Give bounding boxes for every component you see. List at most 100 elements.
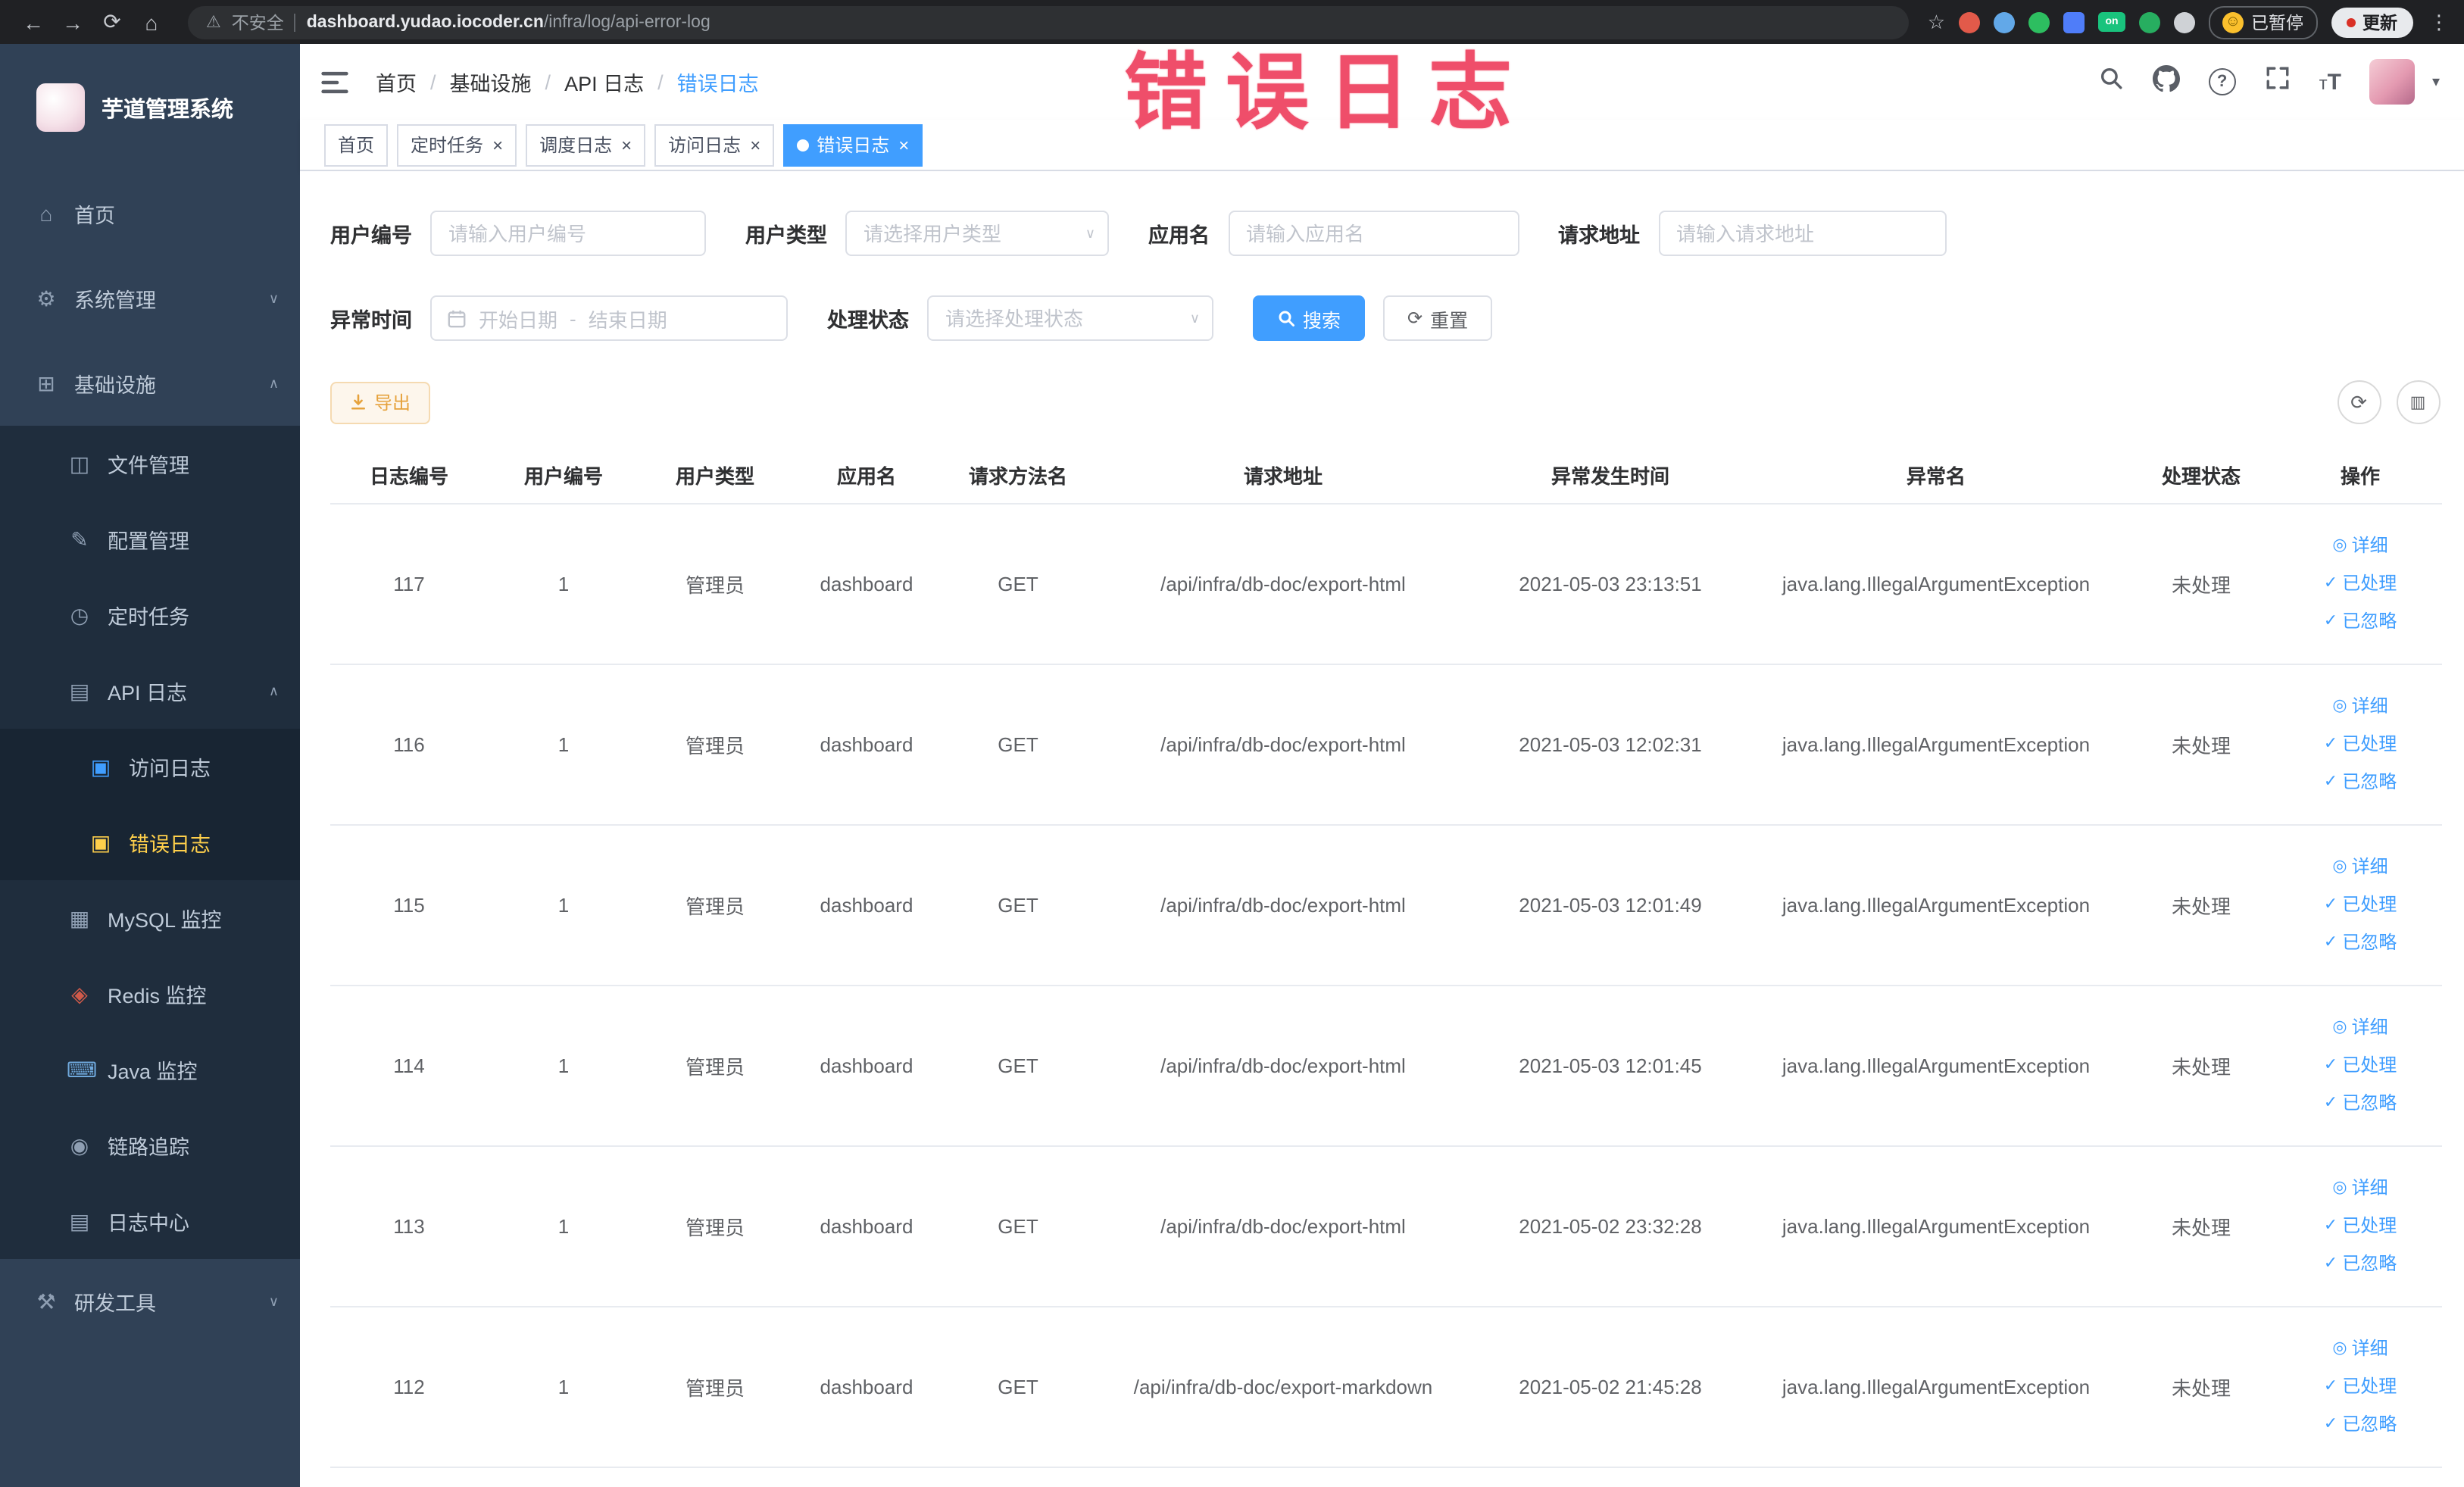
check-icon: ✓ <box>2323 1094 2338 1112</box>
extension-icon-5[interactable]: on <box>2098 12 2125 32</box>
user-type-select[interactable]: ∨ <box>845 211 1109 256</box>
reset-button[interactable]: ⟳ 重置 <box>1383 295 1493 341</box>
java-icon: ⌨ <box>67 1057 98 1081</box>
extension-icon-7[interactable] <box>2174 11 2195 33</box>
address-bar[interactable]: ⚠ 不安全 dashboard.yudao.iocoder.cn/infra/l… <box>188 5 1910 39</box>
sidebar-item-scheduled-jobs[interactable]: ◷ 定时任务 <box>0 577 300 653</box>
sidebar-item-log-center[interactable]: ▤ 日志中心 <box>0 1183 300 1259</box>
tab-scheduled-jobs[interactable]: 定时任务 × <box>397 123 517 166</box>
table-row: 112 1 管理员 dashboard GET /api/infra/db-do… <box>330 1307 2442 1468</box>
mark-ignored-link[interactable]: ✓ 已忽略 <box>2284 603 2436 641</box>
mark-ignored-link[interactable]: ✓ 已忽略 <box>2284 1406 2436 1444</box>
tab-schedule-log[interactable]: 调度日志 × <box>526 123 646 166</box>
chrome-update-button[interactable]: 更新 <box>2331 7 2412 37</box>
table-row: 116 1 管理员 dashboard GET /api/infra/db-do… <box>330 664 2442 826</box>
profile-paused-chip[interactable]: ☺ 已暂停 <box>2209 5 2317 39</box>
extension-icon-4[interactable] <box>2063 11 2085 33</box>
check-icon: ✓ <box>2323 895 2338 914</box>
close-icon[interactable]: × <box>621 136 632 154</box>
sidebar-item-infrastructure[interactable]: ⊞ 基础设施 ∧ <box>0 341 300 426</box>
help-icon[interactable]: ? <box>2208 68 2236 95</box>
user-id-input[interactable] <box>430 211 706 256</box>
browser-menu-icon[interactable]: ⋮ <box>2429 10 2449 34</box>
url-path: /infra/log/api-error-log <box>543 13 710 31</box>
mark-processed-link[interactable]: ✓ 已处理 <box>2284 565 2436 603</box>
export-button[interactable]: 导出 <box>330 381 431 423</box>
sidebar-item-config-management[interactable]: ✎ 配置管理 <box>0 501 300 577</box>
home-nav-icon[interactable]: ⌂ <box>133 4 170 40</box>
profile-avatar-icon: ☺ <box>2222 11 2244 33</box>
mark-processed-link[interactable]: ✓ 已处理 <box>2284 1047 2436 1085</box>
mark-ignored-link[interactable]: ✓ 已忽略 <box>2284 764 2436 801</box>
table-row: 113 1 管理员 dashboard GET /api/infra/db-do… <box>330 1146 2442 1307</box>
extension-icon-1[interactable] <box>1959 11 1980 33</box>
detail-link[interactable]: ◎ 详细 <box>2284 688 2436 726</box>
extension-icon-3[interactable] <box>2028 11 2050 33</box>
detail-link[interactable]: ◎ 详细 <box>2284 1170 2436 1207</box>
sidebar-item-mysql-monitor[interactable]: ▦ MySQL 监控 <box>0 880 300 956</box>
hamburger-icon[interactable] <box>321 70 348 93</box>
refresh-table-button[interactable]: ⟳ <box>2337 380 2381 424</box>
check-icon: ✓ <box>2323 1415 2338 1433</box>
sidebar-item-file-management[interactable]: ◫ 文件管理 <box>0 426 300 501</box>
app-name-input[interactable] <box>1228 211 1519 256</box>
tab-access-log[interactable]: 访问日志 × <box>654 123 775 166</box>
refresh-icon: ⟳ <box>1407 308 1423 329</box>
sidebar-item-redis-monitor[interactable]: ◈ Redis 监控 <box>0 956 300 1032</box>
security-label: 不安全 <box>231 14 284 33</box>
process-status-select[interactable]: ∨ <box>927 295 1213 341</box>
request-url-input[interactable] <box>1658 211 1946 256</box>
sidebar-item-java-monitor[interactable]: ⌨ Java 监控 <box>0 1032 300 1107</box>
sidebar-item-access-log[interactable]: ▣ 访问日志 <box>0 729 300 804</box>
mark-processed-link[interactable]: ✓ 已处理 <box>2284 1368 2436 1406</box>
detail-link[interactable]: ◎ 详细 <box>2284 1330 2436 1368</box>
breadcrumb-home[interactable]: 首页 <box>376 67 417 97</box>
github-icon[interactable] <box>2152 64 2180 99</box>
font-size-icon[interactable]: тT <box>2319 69 2341 95</box>
fullscreen-icon[interactable] <box>2265 65 2291 98</box>
infrastructure-icon: ⊞ <box>37 370 55 395</box>
tab-home[interactable]: 首页 <box>324 123 389 166</box>
detail-link[interactable]: ◎ 详细 <box>2284 848 2436 886</box>
api-log-icon: ▤ <box>69 678 90 702</box>
close-icon[interactable]: × <box>750 136 760 154</box>
sidebar-item-system-management[interactable]: ⚙ 系统管理 ∨ <box>0 256 300 341</box>
user-avatar[interactable] <box>2369 59 2416 105</box>
back-icon[interactable]: ← <box>15 4 52 40</box>
column-settings-icon: ▥ <box>2409 394 2426 412</box>
detail-link[interactable]: ◎ 详细 <box>2284 527 2436 565</box>
breadcrumb-current: 错误日志 <box>676 73 759 95</box>
column-settings-button[interactable]: ▥ <box>2396 380 2440 424</box>
sidebar-item-api-logs[interactable]: ▤ API 日志 ∧ <box>0 653 300 729</box>
column-header: 处理状态 <box>2124 445 2278 505</box>
close-icon[interactable]: × <box>492 136 503 154</box>
close-icon[interactable]: × <box>898 136 909 154</box>
search-icon[interactable] <box>2098 65 2124 98</box>
sidebar-item-error-log[interactable]: ▣ 错误日志 <box>0 804 300 880</box>
mark-ignored-link[interactable]: ✓ 已忽略 <box>2284 924 2436 962</box>
mark-processed-link[interactable]: ✓ 已处理 <box>2284 1207 2436 1245</box>
breadcrumb-infrastructure[interactable]: 基础设施 <box>450 67 532 97</box>
mark-ignored-link[interactable]: ✓ 已忽略 <box>2284 1245 2436 1283</box>
mark-processed-link[interactable]: ✓ 已处理 <box>2284 726 2436 764</box>
url-domain: dashboard.yudao.iocoder.cn <box>306 13 544 31</box>
avatar-caret-icon[interactable]: ▾ <box>2432 73 2440 90</box>
search-button[interactable]: 搜索 <box>1253 295 1366 341</box>
sidebar-item-tracing[interactable]: ◉ 链路追踪 <box>0 1107 300 1183</box>
check-icon: ✓ <box>2323 1056 2338 1074</box>
sidebar-item-home[interactable]: ⌂ 首页 <box>0 171 300 256</box>
forward-icon[interactable]: → <box>55 4 91 40</box>
bookmark-star-icon[interactable]: ☆ <box>1928 10 1945 34</box>
breadcrumb-api-logs[interactable]: API 日志 <box>564 67 644 97</box>
sidebar-item-dev-tools[interactable]: ⚒ 研发工具 ∨ <box>0 1259 300 1344</box>
mark-processed-link[interactable]: ✓ 已处理 <box>2284 886 2436 924</box>
reload-icon[interactable]: ⟳ <box>94 4 130 40</box>
tab-error-log[interactable]: 错误日志 × <box>783 123 923 166</box>
mark-ignored-link[interactable]: ✓ 已忽略 <box>2284 1085 2436 1123</box>
extension-icon-2[interactable] <box>1994 11 2015 33</box>
user-type-label: 用户类型 <box>745 224 827 247</box>
exception-time-range-picker[interactable]: 开始日期 - 结束日期 <box>430 295 788 341</box>
detail-link[interactable]: ◎ 详细 <box>2284 1009 2436 1047</box>
extension-icon-6[interactable] <box>2139 11 2160 33</box>
file-icon: ◫ <box>69 451 90 475</box>
